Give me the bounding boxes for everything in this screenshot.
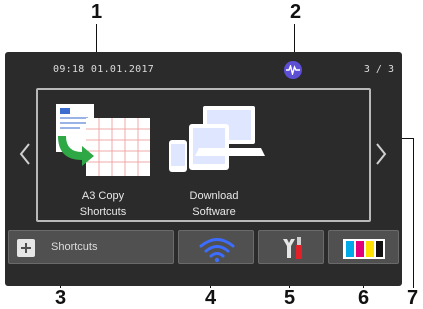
download-software-tile[interactable]: Download Software xyxy=(159,100,269,220)
tile-label-line2: Shortcuts xyxy=(79,206,127,218)
tools-icon xyxy=(283,237,302,259)
callout-3: 3 xyxy=(55,287,67,309)
callout-2: 2 xyxy=(290,1,302,23)
leader-line-7-vertical xyxy=(413,138,414,288)
wifi-button[interactable] xyxy=(178,230,254,264)
page-indicator: 3 / 3 xyxy=(363,64,394,75)
a3-copy-shortcuts-tile[interactable]: A3 Copy Shortcuts xyxy=(48,100,158,220)
callout-5: 5 xyxy=(284,287,296,309)
callout-7: 7 xyxy=(407,287,419,309)
toner-icon xyxy=(343,239,385,259)
tile-label-line2: Software xyxy=(192,206,236,218)
toner-button[interactable] xyxy=(328,230,399,264)
date-time: 09:18 01.01.2017 xyxy=(53,64,155,75)
devices-icon xyxy=(169,106,265,172)
chevron-left-icon[interactable] xyxy=(18,142,32,168)
plus-icon xyxy=(17,239,35,257)
settings-button[interactable] xyxy=(258,230,324,264)
touchscreen: 09:18 01.01.2017 3 / 3 A3 Copy Shortcuts… xyxy=(5,52,402,286)
wireless-waveform-icon[interactable] xyxy=(284,61,302,79)
chevron-right-icon[interactable] xyxy=(374,142,388,168)
a3-copy-icon xyxy=(56,104,150,176)
callout-6: 6 xyxy=(358,287,370,309)
shortcut-panel: A3 Copy Shortcuts Download Software xyxy=(36,88,371,222)
tile-label-line1: A3 Copy xyxy=(81,190,125,202)
status-bar: 09:18 01.01.2017 3 / 3 xyxy=(5,52,402,88)
callout-1: 1 xyxy=(91,1,103,23)
shortcuts-button[interactable]: Shortcuts xyxy=(8,230,174,264)
bottom-bar: Shortcuts xyxy=(8,230,399,270)
shortcuts-label: Shortcuts xyxy=(51,241,98,253)
callout-4: 4 xyxy=(205,287,217,309)
tile-label-line1: Download xyxy=(189,190,239,202)
wifi-icon xyxy=(199,238,235,263)
